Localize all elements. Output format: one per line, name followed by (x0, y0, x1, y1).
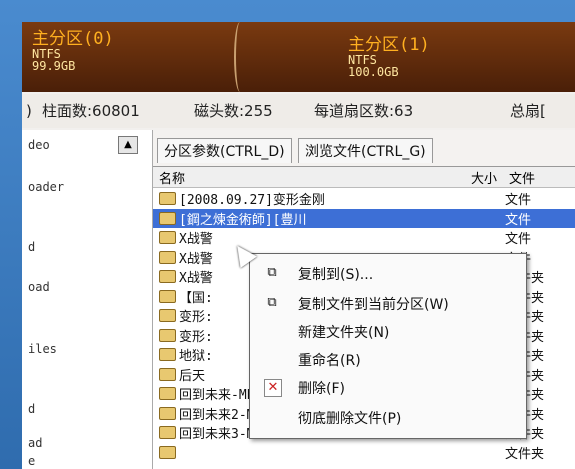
row-name: X战警 (179, 232, 213, 247)
row-type: 文件夹 (505, 446, 545, 462)
menu-delete[interactable]: ✕ 删除(F) (250, 374, 526, 400)
menu-item-label: 彻底删除文件(P) (298, 411, 402, 427)
tree-item[interactable]: oader (28, 180, 64, 194)
folder-icon (159, 367, 176, 381)
tab-browse-files[interactable]: 浏览文件(CTRL_G) (298, 138, 433, 163)
partition-0-size: 99.9GB (32, 59, 76, 73)
row-name: 【国: (179, 290, 213, 306)
menu-item-label: 重命名(R) (298, 353, 361, 369)
partition-1[interactable]: 主分区(1) NTFS 100.0GB (348, 36, 430, 78)
folder-icon (159, 231, 176, 244)
header-type[interactable]: 文件 (509, 168, 535, 187)
menu-new-folder[interactable]: 新建文件夹(N) (250, 318, 526, 344)
partition-1-name: 主分区(1) (348, 35, 430, 55)
rename-icon (264, 351, 280, 367)
folder-icon (159, 192, 176, 205)
row-name: [鋼之煉金術師][豊川 (179, 212, 307, 228)
folder-icon (159, 289, 176, 303)
tab-partition-params[interactable]: 分区参数(CTRL_D) (157, 138, 292, 163)
folder-icon (159, 211, 176, 225)
partition-separator (234, 22, 246, 92)
folder-icon (159, 406, 176, 420)
table-row[interactable]: 文件夹 (153, 443, 575, 462)
folder-icon (159, 348, 176, 361)
row-name: 地狱: (179, 349, 213, 364)
copy-icon: ⧉ (267, 265, 277, 280)
cylinders-count: 柱面数:60801 (42, 102, 140, 120)
context-menu: ⧉ 复制到(S)... ⧉ 复制文件到当前分区(W) 新建文件夹(N) 重命名(… (249, 253, 527, 439)
tree-item[interactable]: oad (28, 280, 50, 294)
folder-icon (159, 445, 176, 459)
folder-icon (159, 426, 176, 439)
delete-icon: ✕ (264, 379, 282, 397)
folder-icon (159, 270, 176, 283)
directory-tree[interactable]: ▲ deo oader d oad iles d ad e (22, 130, 153, 469)
partition-bar: 主分区(0) NTFS 99.9GB 主分区(1) NTFS 100.0GB (22, 22, 575, 92)
tree-item[interactable]: ad (28, 436, 42, 450)
row-name: 后天 (179, 368, 206, 384)
panel-tabs: 分区参数(CTRL_D) 浏览文件(CTRL_G) (157, 138, 435, 164)
row-name: X战警 (179, 271, 213, 286)
copy-files-icon: ⧉ (267, 295, 277, 310)
menu-copy-to[interactable]: ⧉ 复制到(S)... (250, 260, 526, 286)
disk-info-prefix: ) (26, 102, 32, 120)
menu-item-label: 新建文件夹(N) (298, 325, 390, 341)
sectors-per-track: 每道扇区数:63 (314, 102, 414, 120)
partition-0-name: 主分区(0) (32, 29, 114, 49)
tree-item[interactable]: e (28, 454, 35, 468)
folder-icon (159, 387, 176, 400)
partition-0[interactable]: 主分区(0) NTFS 99.9GB (32, 30, 114, 72)
menu-permanent-delete[interactable]: 彻底删除文件(P) (250, 404, 526, 430)
menu-item-label: 删除(F) (298, 381, 345, 397)
disk-info-bar: ) 柱面数:60801 磁头数:255 每道扇区数:63 总扇[ (22, 94, 575, 128)
list-header: 名称 大小 文件 (153, 167, 575, 188)
row-name: 变形: (179, 310, 213, 325)
menu-item-label: 复制到(S)... (298, 267, 374, 283)
row-type: 文件 (505, 212, 532, 228)
row-name: [2008.09.27]变形金刚 (179, 193, 325, 208)
menu-copy-to-current-partition[interactable]: ⧉ 复制文件到当前分区(W) (250, 290, 526, 316)
folder-icon (159, 309, 176, 322)
table-row[interactable]: [鋼之煉金術師][豊川 文件 (153, 208, 575, 228)
partition-1-size: 100.0GB (348, 65, 399, 79)
permanent-delete-icon (264, 409, 280, 425)
menu-rename[interactable]: 重命名(R) (250, 346, 526, 372)
tree-item[interactable]: deo (28, 138, 50, 152)
heads-count: 磁头数:255 (194, 102, 273, 120)
row-type: 文件 (505, 232, 532, 247)
total-sectors: 总扇[ (510, 102, 546, 120)
menu-item-label: 复制文件到当前分区(W) (298, 297, 449, 313)
diskgenius-window: 主分区(0) NTFS 99.9GB 主分区(1) NTFS 100.0GB )… (22, 22, 575, 469)
row-type: 文件 (505, 193, 532, 208)
row-name: X战警 (179, 251, 213, 267)
folder-icon (159, 250, 176, 264)
row-name: 变形: (179, 329, 213, 345)
table-row[interactable]: X战警 文件 (153, 228, 575, 247)
header-name[interactable]: 名称 (159, 168, 185, 187)
tree-scroll-up-button[interactable]: ▲ (118, 136, 138, 154)
header-size[interactable]: 大小 (471, 168, 497, 187)
tree-item[interactable]: d (28, 402, 35, 416)
new-folder-icon (264, 323, 280, 339)
table-row[interactable]: [2008.09.27]变形金刚 文件 (153, 189, 575, 208)
tree-item[interactable]: d (28, 240, 35, 254)
tree-item[interactable]: iles (28, 342, 57, 356)
folder-icon (159, 328, 176, 342)
